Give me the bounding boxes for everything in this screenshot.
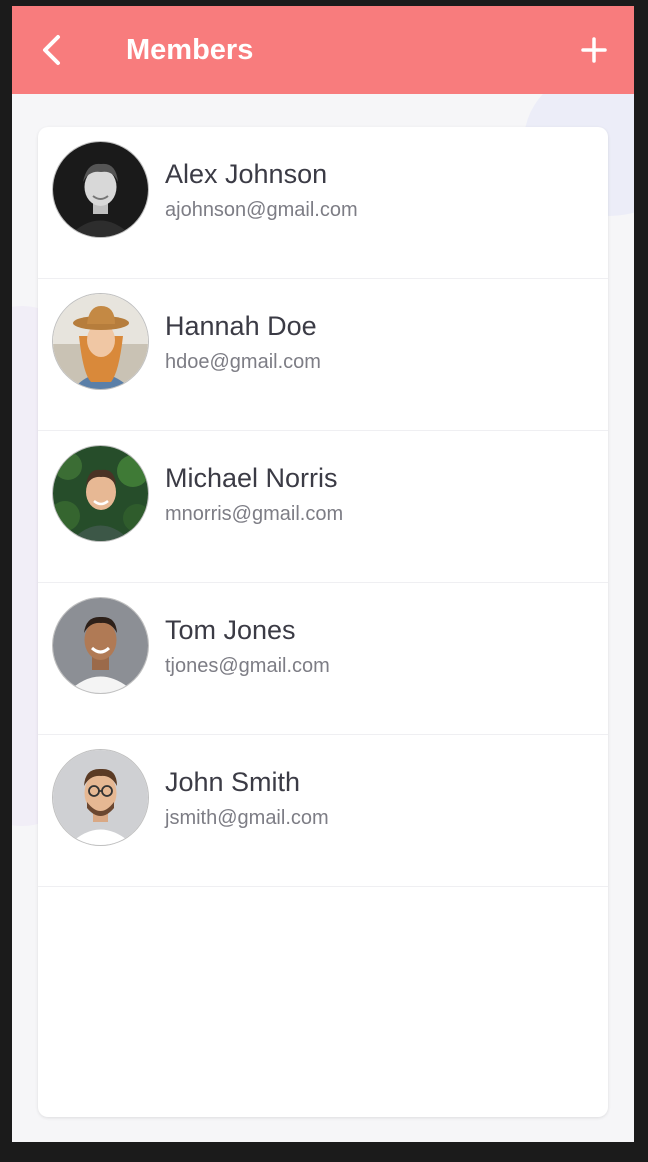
add-member-button[interactable]: [574, 28, 614, 72]
member-email: hdoe@gmail.com: [165, 351, 321, 373]
member-name: Hannah Doe: [165, 311, 317, 341]
avatar-photo: [53, 750, 148, 845]
member-email: ajohnson@gmail.com: [165, 199, 358, 221]
member-row[interactable]: Michael Norris mnorris@gmail.com: [38, 431, 608, 583]
app-bar: Members: [12, 6, 634, 94]
back-button[interactable]: [32, 28, 72, 72]
plus-icon: [581, 37, 607, 63]
member-row[interactable]: Alex Johnson ajohnson@gmail.com: [38, 127, 608, 279]
avatar-photo: [53, 294, 148, 389]
page-title: Members: [126, 34, 254, 66]
app-screen: Members Alex Johnson ajohnson@gmail.com …: [12, 6, 634, 1142]
member-row[interactable]: Hannah Doe hdoe@gmail.com: [38, 279, 608, 431]
avatar: [53, 294, 148, 389]
member-name: Alex Johnson: [165, 159, 328, 189]
avatar: [53, 750, 148, 845]
members-list: Alex Johnson ajohnson@gmail.com Hannah D…: [38, 127, 608, 1117]
member-row[interactable]: John Smith jsmith@gmail.com: [38, 735, 608, 887]
member-email: jsmith@gmail.com: [165, 807, 329, 829]
avatar-photo: [53, 446, 148, 541]
avatar-photo: [53, 142, 148, 237]
member-name: Tom Jones: [165, 615, 296, 645]
avatar-photo: [53, 598, 148, 693]
avatar: [53, 598, 148, 693]
member-name: Michael Norris: [165, 463, 338, 493]
device-frame: Members Alex Johnson ajohnson@gmail.com …: [0, 0, 648, 1162]
member-email: tjones@gmail.com: [165, 655, 330, 677]
chevron-left-icon: [43, 35, 60, 65]
member-row[interactable]: Tom Jones tjones@gmail.com: [38, 583, 608, 735]
avatar: [53, 142, 148, 237]
avatar: [53, 446, 148, 541]
member-name: John Smith: [165, 767, 301, 797]
member-email: mnorris@gmail.com: [165, 503, 344, 525]
